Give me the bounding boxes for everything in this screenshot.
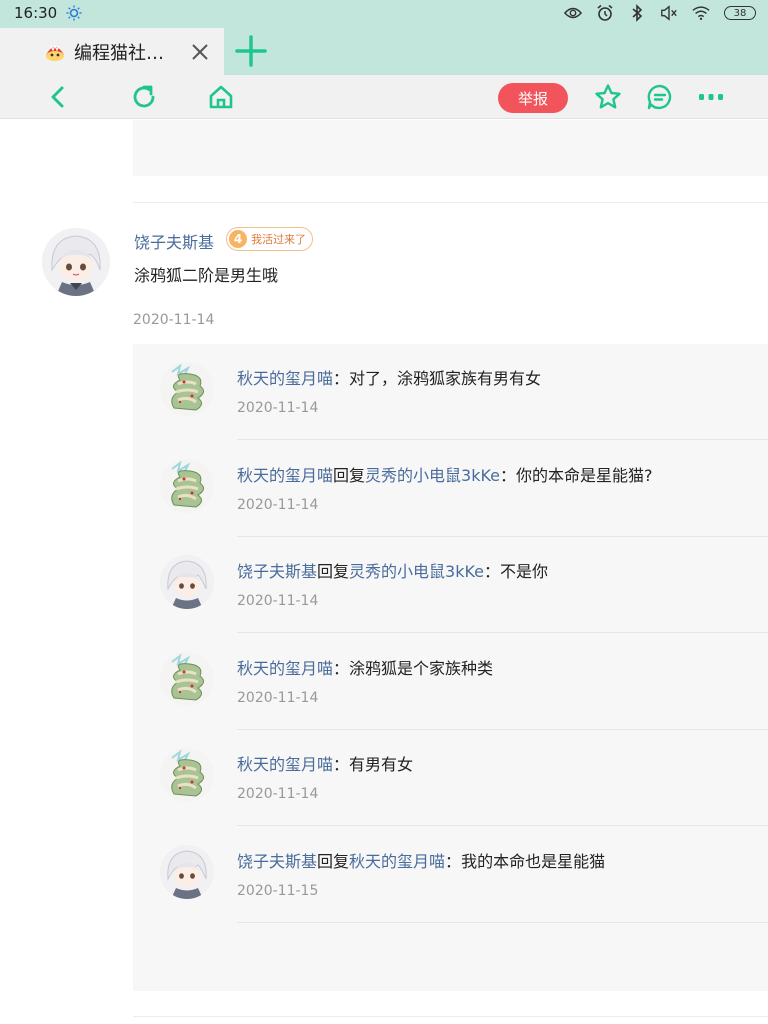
reply-author[interactable]: 秋天的玺月喵 xyxy=(237,755,333,774)
reply-target[interactable]: 灵秀的小电鼠3kKe xyxy=(365,466,500,485)
reply-separator: ： xyxy=(500,465,517,485)
new-tab-plus-icon[interactable] xyxy=(234,34,268,68)
clock: 16:30 xyxy=(14,4,58,22)
reply-line: 秋天的玺月喵：涂鸦狐是个家族种类 xyxy=(237,655,493,679)
level-badge: 4 我活过来了 xyxy=(226,227,313,251)
previous-reply-box xyxy=(133,120,768,176)
divider xyxy=(133,202,768,203)
browser-tab[interactable]: 编程猫社… xyxy=(0,28,224,75)
reply-text: 对了，涂鸦狐家族有男有女 xyxy=(349,369,542,388)
comment-text: 涂鸦狐二阶是男生哦 xyxy=(134,266,279,285)
reply-date: 2020-11-14 xyxy=(237,786,319,803)
avatar[interactable] xyxy=(160,362,214,416)
reply-item: 秋天的玺月喵：对了，涂鸦狐家族有男有女 2020-11-14 xyxy=(133,344,768,440)
reply-date: 2020-11-14 xyxy=(237,593,319,610)
back-arrow-icon[interactable] xyxy=(44,83,72,111)
avatar[interactable] xyxy=(160,845,214,899)
battery-icon: 38 xyxy=(724,6,756,20)
comment-thread: 饶子夫斯基 4 我活过来了 涂鸦狐二阶是男生哦 2020-11-14 秋天的玺月… xyxy=(0,120,768,1024)
reply-target[interactable]: 灵秀的小电鼠3kKe xyxy=(349,562,484,581)
level-number: 4 xyxy=(229,230,247,248)
reply-separator: ： xyxy=(484,562,501,582)
reply-word: 回复 xyxy=(317,562,350,582)
reply-text: 我的本命也是星能猫 xyxy=(461,852,606,871)
reply-list: 秋天的玺月喵：对了，涂鸦狐家族有男有女 2020-11-14 秋天的玺月喵回复灵秀… xyxy=(133,344,768,991)
reply-target[interactable]: 秋天的玺月喵 xyxy=(349,852,445,871)
alarm-icon xyxy=(596,4,614,21)
reply-text: 涂鸦狐是个家族种类 xyxy=(349,658,494,678)
reply-item: 秋天的玺月喵：有男有女 2020-11-14 xyxy=(133,730,768,827)
reply-line: 饶子夫斯基回复秋天的玺月喵：我的本命也是星能猫 xyxy=(237,848,605,872)
reply-separator-line xyxy=(237,922,768,923)
bluetooth-icon xyxy=(628,4,646,22)
wifi-icon xyxy=(692,5,710,21)
avatar[interactable] xyxy=(160,748,214,803)
reply-line: 秋天的玺月喵：对了，涂鸦狐家族有男有女 xyxy=(237,365,541,389)
reply-item: 秋天的玺月喵：涂鸦狐是个家族种类 2020-11-14 xyxy=(133,634,768,730)
comment-icon[interactable] xyxy=(646,83,674,111)
home-icon[interactable] xyxy=(207,83,235,111)
reply-item: 秋天的玺月喵回复灵秀的小电鼠3kKe：你的本命是星能猫? 2020-11-14 xyxy=(133,441,768,537)
brightness-icon xyxy=(65,5,83,21)
reply-date: 2020-11-14 xyxy=(237,400,319,416)
reply-author[interactable]: 饶子夫斯基 xyxy=(237,562,317,581)
reply-separator: ： xyxy=(333,755,350,775)
comment-date: 2020-11-14 xyxy=(133,312,215,328)
reply-author[interactable]: 饶子夫斯基 xyxy=(237,852,317,871)
report-button[interactable]: 举报 xyxy=(498,83,568,113)
tab-title: 编程猫社… xyxy=(74,42,164,64)
reply-line: 秋天的玺月喵：有男有女 xyxy=(237,751,413,775)
avatar[interactable] xyxy=(160,458,214,513)
reply-separator: ： xyxy=(333,658,350,678)
status-bar: 16:30 38 xyxy=(0,0,768,26)
battery-level: 38 xyxy=(733,7,747,19)
mute-icon xyxy=(660,5,678,21)
reply-separator: ： xyxy=(445,852,462,871)
reply-separator: ： xyxy=(333,369,350,388)
reply-text: 有男有女 xyxy=(349,755,414,775)
reply-author[interactable]: 秋天的玺月喵 xyxy=(237,369,333,388)
reply-item: 饶子夫斯基回复秋天的玺月喵：我的本命也是星能猫 2020-11-15 xyxy=(133,827,768,923)
avatar[interactable] xyxy=(160,555,214,610)
reply-date: 2020-11-15 xyxy=(237,883,319,899)
reply-date: 2020-11-14 xyxy=(237,689,319,706)
reply-item: 饶子夫斯基回复灵秀的小电鼠3kKe：不是你 2020-11-14 xyxy=(133,537,768,634)
reply-line: 饶子夫斯基回复灵秀的小电鼠3kKe：不是你 xyxy=(237,558,548,582)
comment-author[interactable]: 饶子夫斯基 xyxy=(134,229,214,253)
reply-author[interactable]: 秋天的玺月喵 xyxy=(237,466,333,485)
browser-toolbar: 举报 xyxy=(0,75,768,119)
refresh-icon[interactable] xyxy=(130,83,158,111)
reply-word: 回复 xyxy=(317,852,350,871)
avatar[interactable] xyxy=(160,651,214,706)
tab-strip: 编程猫社… xyxy=(0,26,768,75)
reply-word: 回复 xyxy=(333,465,366,485)
reply-text: 你的本命是星能猫? xyxy=(516,465,653,485)
avatar[interactable] xyxy=(42,228,110,296)
more-dots-icon[interactable] xyxy=(697,83,725,111)
divider xyxy=(133,1016,768,1017)
reply-date: 2020-11-14 xyxy=(237,496,319,513)
favorite-star-icon[interactable] xyxy=(594,83,622,111)
reply-author[interactable]: 秋天的玺月喵 xyxy=(237,659,333,678)
badge-text: 我活过来了 xyxy=(251,233,306,246)
codemao-favicon-icon xyxy=(44,41,66,63)
eye-icon xyxy=(564,5,582,21)
reply-text: 不是你 xyxy=(500,562,549,582)
reply-line: 秋天的玺月喵回复灵秀的小电鼠3kKe：你的本命是星能猫? xyxy=(237,462,653,486)
close-tab-icon[interactable] xyxy=(188,40,212,64)
